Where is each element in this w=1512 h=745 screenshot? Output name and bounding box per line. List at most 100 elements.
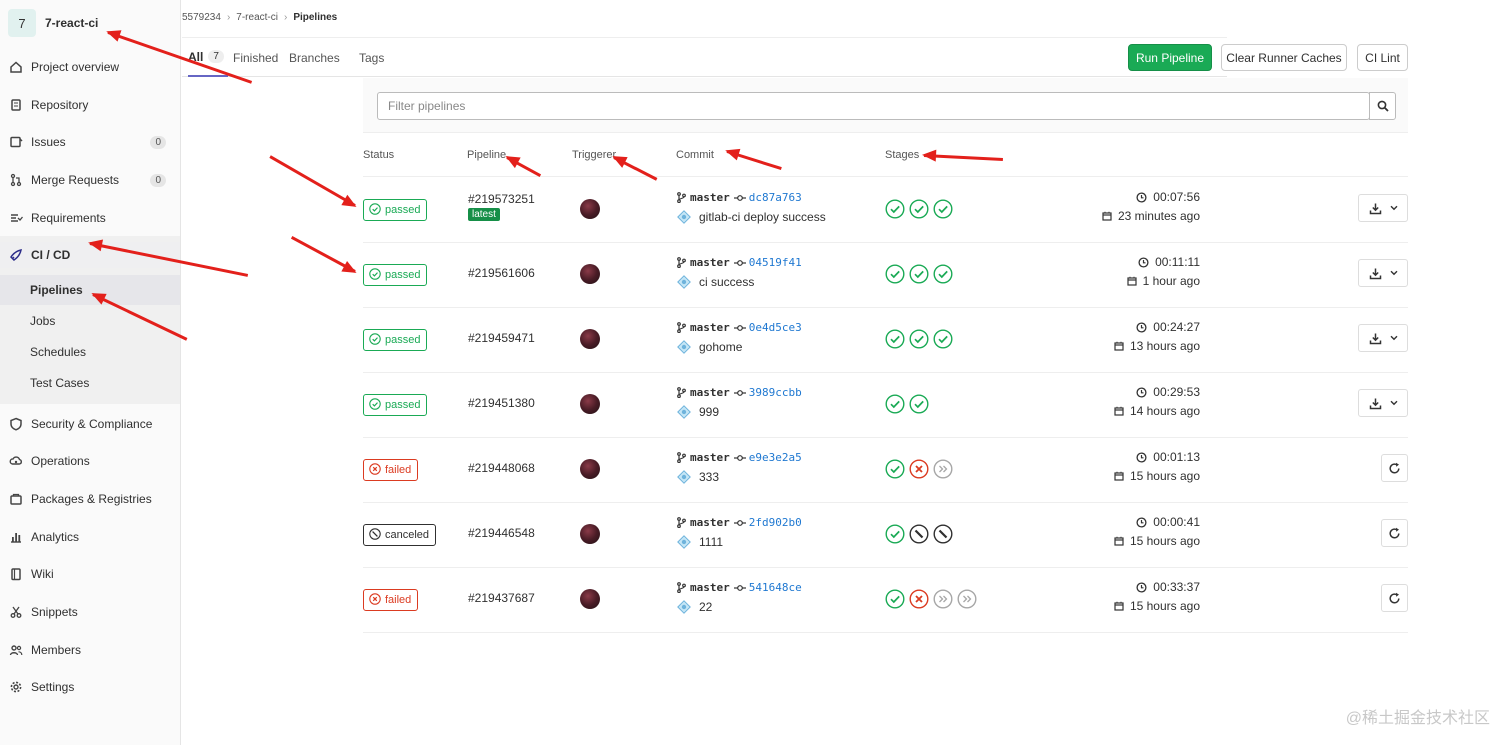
sidebar-item-security-compliance[interactable]: Security & Compliance	[0, 411, 180, 437]
tab-branches[interactable]: Branches	[289, 38, 340, 77]
branch-link[interactable]: master	[690, 191, 730, 204]
project-name[interactable]: 7-react-ci	[45, 16, 98, 30]
download-artifacts-dropdown[interactable]	[1358, 389, 1408, 417]
commit-sha-link[interactable]: 3989ccbb	[749, 386, 802, 399]
tab-tags[interactable]: Tags	[359, 38, 384, 77]
sidebar-item-wiki[interactable]: Wiki	[0, 561, 180, 587]
search-button[interactable]	[1369, 92, 1396, 120]
download-artifacts-dropdown[interactable]	[1358, 324, 1408, 352]
status-badge[interactable]: failed	[363, 459, 419, 481]
status-badge[interactable]: failed	[363, 589, 419, 611]
commit-title-link[interactable]: 1111	[699, 535, 723, 549]
branch-link[interactable]: master	[690, 581, 730, 594]
pipeline-id-link[interactable]: #219446548	[468, 526, 535, 540]
ci-lint-button[interactable]: CI Lint	[1357, 44, 1408, 71]
stage-success-icon[interactable]	[909, 199, 929, 219]
sidebar-item-analytics[interactable]: Analytics	[0, 524, 180, 550]
sidebar-subitem-test-cases[interactable]: Test Cases	[0, 368, 180, 398]
stage-success-icon[interactable]	[885, 589, 905, 609]
commit-sha-link[interactable]: 2fd902b0	[749, 516, 802, 529]
pipeline-id-link[interactable]: #219451380	[468, 396, 535, 410]
triggerer-avatar[interactable]	[580, 329, 600, 349]
stage-skipped-icon[interactable]	[933, 589, 953, 609]
stage-canceled-icon[interactable]	[909, 524, 929, 544]
tab-finished[interactable]: Finished	[233, 38, 278, 77]
status-badge[interactable]: passed	[363, 264, 428, 286]
triggerer-avatar[interactable]	[580, 394, 600, 414]
clear-runner-caches-button[interactable]: Clear Runner Caches	[1221, 44, 1347, 71]
stage-success-icon[interactable]	[933, 264, 953, 284]
stage-failed-icon[interactable]	[909, 589, 929, 609]
triggerer-avatar[interactable]	[580, 524, 600, 544]
stage-canceled-icon[interactable]	[933, 524, 953, 544]
download-artifacts-dropdown[interactable]	[1358, 259, 1408, 287]
sidebar-item-repository[interactable]: Repository	[0, 92, 180, 118]
stage-success-icon[interactable]	[885, 199, 905, 219]
sidebar-item-snippets[interactable]: Snippets	[0, 599, 180, 625]
retry-button[interactable]	[1381, 519, 1408, 547]
run-pipeline-button[interactable]: Run Pipeline	[1128, 44, 1212, 71]
stage-success-icon[interactable]	[933, 199, 953, 219]
stage-success-icon[interactable]	[885, 394, 905, 414]
stage-success-icon[interactable]	[885, 264, 905, 284]
status-badge[interactable]: canceled	[363, 524, 437, 546]
project-header[interactable]: 7 7-react-ci	[0, 0, 180, 46]
breadcrumb-page[interactable]: Pipelines	[293, 12, 337, 23]
stage-success-icon[interactable]	[909, 264, 929, 284]
stage-success-icon[interactable]	[933, 329, 953, 349]
breadcrumb-project[interactable]: 7-react-ci	[236, 12, 278, 23]
stage-success-icon[interactable]	[909, 394, 929, 414]
sidebar-subitem-schedules[interactable]: Schedules	[0, 337, 180, 367]
commit-sha-link[interactable]: dc87a763	[749, 191, 802, 204]
pipeline-id-link[interactable]: #219573251	[468, 192, 535, 206]
stage-success-icon[interactable]	[885, 329, 905, 349]
triggerer-avatar[interactable]	[580, 264, 600, 284]
commit-title-link[interactable]: gitlab-ci deploy success	[699, 210, 826, 224]
sidebar-item-merge-requests[interactable]: Merge Requests 0	[0, 167, 180, 193]
stage-success-icon[interactable]	[909, 329, 929, 349]
retry-button[interactable]	[1381, 454, 1408, 482]
retry-button[interactable]	[1381, 584, 1408, 612]
commit-title-link[interactable]: gohome	[699, 340, 742, 354]
stage-success-icon[interactable]	[885, 459, 905, 479]
download-artifacts-dropdown[interactable]	[1358, 194, 1408, 222]
commit-title-link[interactable]: 22	[699, 600, 712, 614]
sidebar-item-requirements[interactable]: Requirements	[0, 205, 180, 231]
sidebar-item-settings[interactable]: Settings	[0, 674, 180, 700]
commit-sha-link[interactable]: 0e4d5ce3	[749, 321, 802, 334]
branch-link[interactable]: master	[690, 321, 730, 334]
pipeline-id-link[interactable]: #219561606	[468, 266, 535, 280]
pipeline-id-link[interactable]: #219459471	[468, 331, 535, 345]
pipeline-id-link[interactable]: #219437687	[468, 591, 535, 605]
triggerer-avatar[interactable]	[580, 589, 600, 609]
branch-link[interactable]: master	[690, 256, 730, 269]
sidebar-item-members[interactable]: Members	[0, 637, 180, 663]
triggerer-avatar[interactable]	[580, 199, 600, 219]
stage-skipped-icon[interactable]	[957, 589, 977, 609]
commit-title-link[interactable]: 999	[699, 405, 719, 419]
stage-success-icon[interactable]	[885, 524, 905, 544]
sidebar-item-project-overview[interactable]: Project overview	[0, 54, 180, 80]
breadcrumb-group[interactable]: 5579234	[182, 12, 221, 23]
branch-link[interactable]: master	[690, 386, 730, 399]
search-icon	[1377, 100, 1389, 112]
commit-title-link[interactable]: 333	[699, 470, 719, 484]
sidebar-item-packages-registries[interactable]: Packages & Registries	[0, 486, 180, 512]
status-badge[interactable]: passed	[363, 199, 428, 221]
commit-sha-link[interactable]: e9e3e2a5	[749, 451, 802, 464]
status-badge[interactable]: passed	[363, 329, 428, 351]
status-badge[interactable]: passed	[363, 394, 428, 416]
commit-sha-link[interactable]: 04519f41	[749, 256, 802, 269]
stage-skipped-icon[interactable]	[933, 459, 953, 479]
commit-title-link[interactable]: ci success	[699, 275, 754, 289]
commit-sha-link[interactable]: 541648ce	[749, 581, 802, 594]
sidebar-item-issues[interactable]: Issues 0	[0, 129, 180, 155]
triggerer-avatar[interactable]	[580, 459, 600, 479]
filter-pipelines-input[interactable]: Filter pipelines	[377, 92, 1370, 120]
stage-failed-icon[interactable]	[909, 459, 929, 479]
branch-link[interactable]: master	[690, 451, 730, 464]
sidebar-subitem-pipelines[interactable]: Pipelines	[0, 275, 180, 305]
sidebar-item-operations[interactable]: Operations	[0, 448, 180, 474]
pipeline-id-link[interactable]: #219448068	[468, 461, 535, 475]
branch-link[interactable]: master	[690, 516, 730, 529]
